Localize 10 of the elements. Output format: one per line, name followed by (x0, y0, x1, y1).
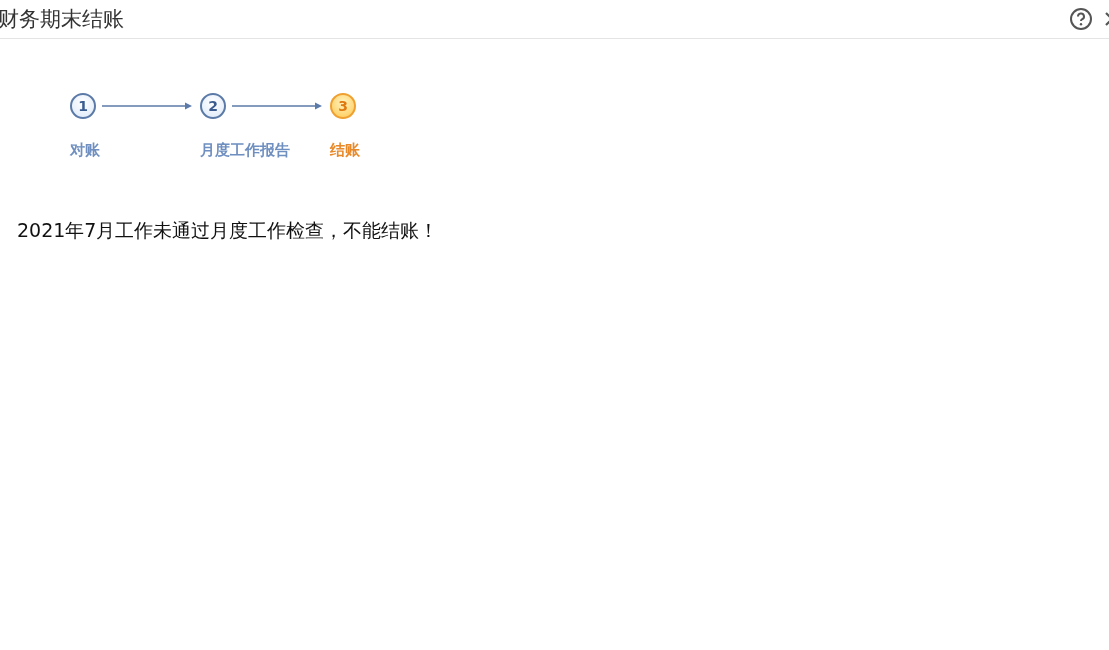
arrow-icon (232, 102, 322, 110)
step-number: 1 (70, 93, 96, 119)
step-number: 2 (200, 93, 226, 119)
status-message: 2021年7月工作未通过月度工作检查，不能结账！ (16, 218, 440, 243)
step-label: 对账 (70, 141, 101, 160)
help-icon[interactable] (1069, 7, 1093, 31)
step-label: 结账 (330, 141, 361, 160)
arrow-icon (102, 102, 192, 110)
step-number: 3 (330, 93, 356, 119)
step-label: 月度工作报告 (200, 141, 291, 160)
